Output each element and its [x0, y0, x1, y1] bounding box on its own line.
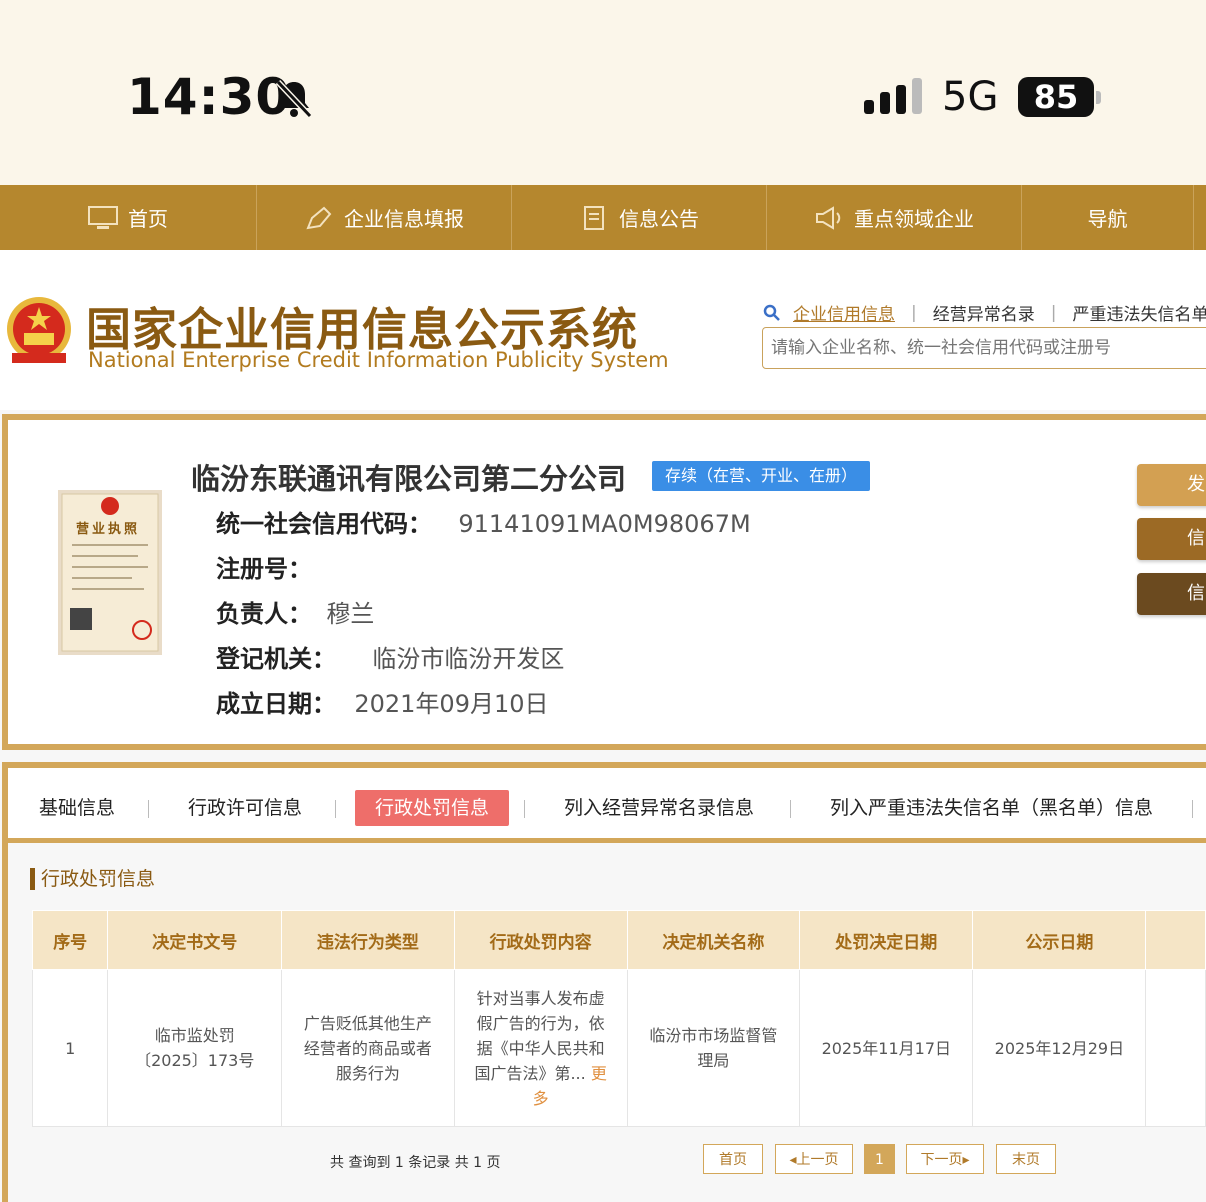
date-row: 成立日期： 2021年09月10日 [216, 684, 549, 719]
pager-next-label: 下一页 [920, 1152, 963, 1168]
megaphone-icon [816, 205, 841, 230]
main-nav: 首页 企业信息填报 信息公告 重点领域企业 导航 [0, 185, 1206, 250]
leader-label: 负责人： [216, 600, 312, 628]
battery-level: 85 [1018, 77, 1094, 117]
cell-authority: 临汾市市场监督管理局 [626, 969, 801, 1127]
search-tab-abnormal[interactable]: 经营异常名录 [933, 300, 1035, 325]
cell-content: 针对当事人发布虚假广告的行为，依据《中华人民共和国广告法》第... 更多 [453, 969, 628, 1127]
status-badge: 存续（在营、开业、在册） [652, 461, 870, 491]
pager-current[interactable]: 1 [864, 1144, 895, 1174]
reg-no-row: 注册号： [216, 549, 312, 584]
nav-home[interactable]: 首页 [0, 185, 257, 250]
business-license-image[interactable] [58, 490, 162, 655]
nav-navigation[interactable]: 导航 [1022, 185, 1194, 250]
nav-label: 重点领域企业 [854, 207, 974, 231]
credit-code-label: 统一社会信用代码： [216, 510, 432, 538]
tab-divider [148, 800, 149, 818]
site-subtitle: National Enterprise Credit Information P… [88, 348, 669, 372]
date-value: 2021年09月10日 [354, 690, 549, 718]
col-header-decision-date: 处罚决定日期 [799, 910, 974, 970]
side-button-3[interactable]: 信 [1137, 573, 1206, 615]
credit-code-row: 统一社会信用代码： 91141091MA0M98067M [216, 504, 751, 539]
search-tabs: 企业信用信息 | 经营异常名录 | 严重违法失信名单 [763, 300, 1206, 325]
pager-next[interactable]: 下一页▸ [906, 1144, 984, 1174]
col-header-authority: 决定机关名称 [626, 910, 801, 970]
content-text: 针对当事人发布虚假广告的行为，依据《中华人民共和国广告法》第... [474, 988, 605, 1083]
nav-label: 信息公告 [619, 207, 699, 231]
nav-enterprise-report[interactable]: 企业信息填报 [257, 185, 512, 250]
status-time: 14:30 [127, 68, 292, 126]
credit-code-value: 91141091MA0M98067M [458, 510, 751, 538]
pager-prev-label: 上一页 [796, 1152, 839, 1168]
license-label: 营业执照 [76, 522, 141, 537]
tab-divider [1192, 800, 1193, 818]
tab-divider [790, 800, 791, 818]
tab-admin-license[interactable]: 行政许可信息 [188, 790, 302, 826]
document-icon [584, 205, 604, 230]
search-icon [763, 304, 780, 321]
cell-violation: 广告贬低其他生产经营者的商品或者服务行为 [281, 969, 455, 1127]
leader-value: 穆兰 [326, 600, 375, 628]
tab-divider [335, 800, 336, 818]
leader-row: 负责人： 穆兰 [216, 594, 374, 629]
cell-doc-no: 临市监处罚〔2025〕173号 [107, 969, 283, 1127]
company-name: 临汾东联通讯有限公司第二分公司 [191, 462, 627, 496]
col-header-content: 行政处罚内容 [453, 910, 628, 970]
search-tab-blacklist[interactable]: 严重违法失信名单 [1072, 300, 1206, 325]
cell-publish-date: 2025年12月29日 [972, 969, 1147, 1127]
table-row: 1 临市监处罚〔2025〕173号 广告贬低其他生产经营者的商品或者服务行为 针… [31, 969, 1206, 1127]
col-header-violation: 违法行为类型 [281, 910, 455, 970]
tab-divider [524, 800, 525, 818]
nav-label: 首页 [128, 207, 168, 231]
tab-basic-info[interactable]: 基础信息 [39, 790, 115, 826]
table-header-row: 序号 决定书文号 违法行为类型 行政处罚内容 决定机关名称 处罚决定日期 公示日… [31, 910, 1206, 970]
cell-decision-date: 2025年11月17日 [799, 969, 974, 1127]
search-input[interactable] [762, 327, 1206, 369]
national-emblem-logo [7, 297, 71, 363]
nav-label: 导航 [1087, 207, 1128, 231]
tab-admin-penalty[interactable]: 行政处罚信息 [355, 790, 510, 826]
signal-icon [864, 78, 922, 114]
cell-no: 1 [31, 969, 109, 1127]
pager-first[interactable]: 首页 [703, 1144, 763, 1174]
pen-icon [306, 206, 332, 229]
search-tab-credit[interactable]: 企业信用信息 [793, 300, 895, 325]
col-header-extra [1145, 910, 1206, 970]
authority-row: 登记机关： 临汾市临汾开发区 [216, 639, 564, 674]
authority-value: 临汾市临汾开发区 [372, 645, 565, 673]
battery-cap [1096, 91, 1101, 104]
divider: | [911, 302, 917, 323]
bell-muted-icon [275, 79, 313, 119]
nav-label: 企业信息填报 [344, 207, 464, 231]
penalty-table: 序号 决定书文号 违法行为类型 行政处罚内容 决定机关名称 处罚决定日期 公示日… [31, 910, 1206, 1127]
section-title: 行政处罚信息 [30, 868, 155, 890]
col-header-no: 序号 [31, 910, 109, 970]
right-arrow-icon: ▸ [962, 1152, 970, 1168]
network-type: 5G [942, 74, 999, 120]
monitor-icon [88, 205, 118, 229]
authority-label: 登记机关： [216, 645, 336, 673]
cell-extra [1145, 969, 1206, 1127]
reg-no-label: 注册号： [216, 555, 312, 583]
side-button-2[interactable]: 信 [1137, 518, 1206, 560]
left-arrow-icon: ◂ [789, 1152, 797, 1168]
tab-abnormal-list[interactable]: 列入经营异常名录信息 [564, 790, 754, 826]
side-button-1[interactable]: 发 [1137, 464, 1206, 506]
pager-summary: 共 查询到 1 条记录 共 1 页 [330, 1155, 501, 1171]
tab-blacklist[interactable]: 列入严重违法失信名单（黑名单）信息 [830, 790, 1153, 826]
date-label: 成立日期： [216, 690, 336, 718]
pager-prev[interactable]: ◂上一页 [775, 1144, 853, 1174]
nav-key-enterprises[interactable]: 重点领域企业 [767, 185, 1022, 250]
divider: | [1050, 302, 1057, 323]
pager-last[interactable]: 末页 [996, 1144, 1056, 1174]
col-header-publish-date: 公示日期 [972, 910, 1147, 970]
nav-announcements[interactable]: 信息公告 [512, 185, 767, 250]
col-header-doc-no: 决定书文号 [107, 910, 283, 970]
